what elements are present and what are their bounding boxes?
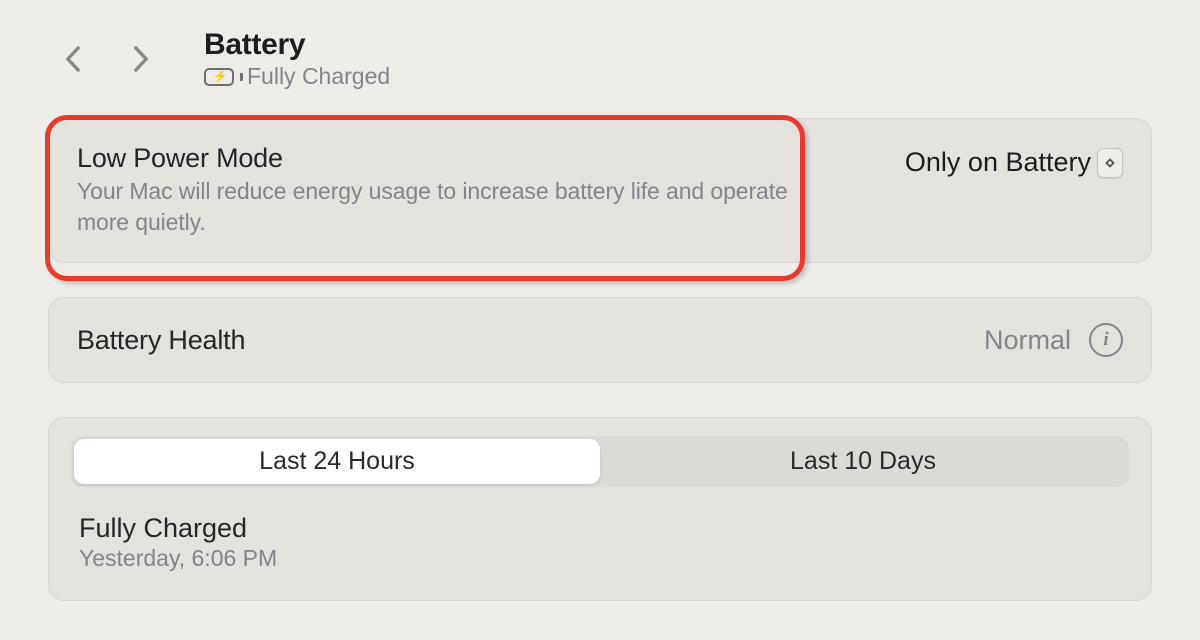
low-power-mode-dropdown[interactable]: Only on Battery	[905, 147, 1123, 178]
back-button[interactable]	[62, 48, 84, 70]
title-block: Battery ⚡ Fully Charged	[204, 28, 390, 90]
chevron-down-icon	[1105, 161, 1115, 169]
forward-button[interactable]	[130, 48, 152, 70]
battery-health-label: Battery Health	[77, 325, 245, 356]
tab-last-10-days[interactable]: Last 10 Days	[600, 439, 1126, 484]
history-detail: Fully Charged Yesterday, 6:06 PM	[71, 513, 1129, 572]
info-icon: i	[1103, 329, 1108, 351]
chevron-left-icon	[64, 46, 82, 72]
low-power-mode-card: Low Power Mode Your Mac will reduce ener…	[48, 118, 1152, 263]
history-range-segmented-control: Last 24 Hours Last 10 Days	[71, 436, 1129, 487]
status-row: ⚡ Fully Charged	[204, 63, 390, 90]
low-power-mode-desc: Your Mac will reduce energy usage to inc…	[77, 176, 797, 238]
status-text: Fully Charged	[247, 63, 390, 90]
history-timestamp: Yesterday, 6:06 PM	[79, 545, 1129, 572]
history-status: Fully Charged	[79, 513, 1129, 544]
battery-charging-icon: ⚡	[204, 68, 238, 86]
battery-health-value: Normal	[984, 325, 1071, 356]
dropdown-selected-label: Only on Battery	[905, 147, 1091, 178]
header: Battery ⚡ Fully Charged	[0, 0, 1200, 100]
battery-health-card: Battery Health Normal i	[48, 297, 1152, 383]
nav-arrows	[62, 48, 152, 70]
battery-health-info-button[interactable]: i	[1089, 323, 1123, 357]
battery-history-card: Last 24 Hours Last 10 Days Fully Charged…	[48, 417, 1152, 601]
chevron-right-icon	[132, 46, 150, 72]
dropdown-stepper-icon	[1097, 148, 1123, 178]
page-title: Battery	[204, 28, 390, 62]
tab-last-24-hours[interactable]: Last 24 Hours	[74, 439, 600, 484]
low-power-mode-title: Low Power Mode	[77, 143, 797, 174]
